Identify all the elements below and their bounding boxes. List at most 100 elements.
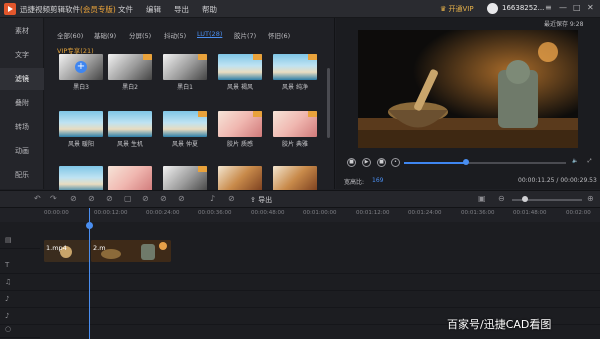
audio-track-icon: ♪ bbox=[5, 295, 10, 303]
rotate-icon[interactable]: ⊘ bbox=[160, 195, 168, 203]
play-button[interactable]: ▶ bbox=[362, 158, 371, 167]
record-icon[interactable]: ⊘ bbox=[228, 195, 236, 203]
maximize-icon[interactable]: □ bbox=[573, 3, 581, 12]
fullscreen-icon[interactable]: ⤢ bbox=[585, 158, 594, 167]
export-button[interactable]: ⇪ 导出 bbox=[250, 195, 272, 205]
menu-icon[interactable]: ≡ bbox=[545, 3, 552, 12]
undo-icon[interactable]: ↶ bbox=[34, 195, 42, 203]
time-ruler[interactable]: 00:00:00 00:00:12:00 00:00:24:00 00:00:3… bbox=[0, 208, 600, 222]
ruler-tick: 00:01:48:00 bbox=[513, 210, 547, 216]
menu-edit[interactable]: 编辑 bbox=[146, 4, 161, 15]
filter-thumbnail[interactable] bbox=[163, 111, 207, 137]
sidebar-item-animation[interactable]: 动画 bbox=[0, 140, 44, 162]
filter-thumbnail-label: 黑白1 bbox=[177, 84, 193, 91]
volume-icon[interactable]: 🔈 bbox=[571, 158, 580, 167]
timecode: 00:00:11.25 / 00:00:29.53 bbox=[518, 177, 597, 184]
close-icon[interactable]: ✕ bbox=[587, 3, 594, 12]
dot-button[interactable]: • bbox=[391, 158, 400, 167]
filter-thumbnail[interactable] bbox=[218, 166, 262, 192]
vip-tag-icon bbox=[198, 54, 207, 60]
tab-shake[interactable]: 抖动(5) bbox=[164, 30, 186, 40]
sidebar-item-overlay[interactable]: 叠附 bbox=[0, 92, 44, 114]
filter-thumbnail-label: 胶片 质感 bbox=[227, 141, 253, 148]
microphone-icon[interactable]: ♪ bbox=[210, 195, 218, 203]
filter-thumbnail[interactable] bbox=[273, 111, 317, 137]
music-track[interactable] bbox=[40, 274, 600, 291]
stop-button[interactable]: ■ bbox=[347, 158, 356, 167]
tab-lut[interactable]: LUT(28) bbox=[197, 30, 222, 38]
title-bar: 迅捷视频剪辑软件(会员专版) 文件 编辑 导出 帮助 ♛ 开通VIP 16638… bbox=[0, 0, 600, 18]
ruler-tick: 00:00:00 bbox=[44, 210, 69, 216]
filter-thumbnail[interactable] bbox=[163, 166, 207, 192]
filter-thumbnail-label: 风景 纯净 bbox=[282, 84, 308, 91]
minimize-icon[interactable]: — bbox=[559, 3, 567, 12]
sidebar-item-transition[interactable]: 转场 bbox=[0, 116, 44, 138]
playhead-handle[interactable] bbox=[86, 222, 93, 229]
menu-help[interactable]: 帮助 bbox=[202, 4, 217, 15]
next-frame-button[interactable]: ■ bbox=[377, 158, 386, 167]
add-filter-icon[interactable]: + bbox=[75, 61, 87, 73]
filter-thumbnail[interactable] bbox=[108, 111, 152, 137]
vip-tag-icon bbox=[308, 54, 317, 60]
filter-thumbnail-label: 胶片 典雅 bbox=[282, 141, 308, 148]
filter-thumbnail-label: 风景 褐风 bbox=[227, 84, 253, 91]
filter-thumbnail[interactable] bbox=[218, 111, 262, 137]
user-id[interactable]: 16638252... bbox=[502, 4, 544, 12]
filter-thumbnail[interactable] bbox=[163, 54, 207, 80]
category-sidebar: 素材 文字 滤镜 叠附 转场 动画 配乐 bbox=[0, 18, 44, 189]
panel-scrollbar[interactable] bbox=[327, 68, 330, 138]
zoom-in-icon[interactable]: ⊕ bbox=[587, 195, 595, 203]
filter-panel: 全部(60) 基础(9) 分屏(5) 抖动(5) LUT(28) 胶片(7) 怀… bbox=[45, 18, 335, 192]
track-header-audio: ♪ bbox=[0, 291, 40, 308]
aspect-ratio-value[interactable]: 169 bbox=[372, 177, 383, 184]
progress-handle[interactable] bbox=[462, 159, 469, 165]
delete-icon[interactable]: ⊘ bbox=[106, 195, 114, 203]
sidebar-item-filter[interactable]: 滤镜 bbox=[0, 68, 44, 90]
fit-icon[interactable]: ▣ bbox=[478, 195, 486, 203]
tab-nostalgia[interactable]: 怀旧(6) bbox=[268, 30, 290, 40]
playback-progress[interactable] bbox=[404, 162, 566, 164]
open-vip-button[interactable]: ♛ 开通VIP bbox=[440, 4, 474, 14]
frame-icon[interactable]: ▢ bbox=[124, 195, 132, 203]
tab-basic[interactable]: 基础(9) bbox=[94, 30, 116, 40]
menu-export[interactable]: 导出 bbox=[174, 4, 189, 15]
filter-thumbnail[interactable] bbox=[273, 54, 317, 80]
menu-file[interactable]: 文件 bbox=[118, 4, 133, 15]
crop-icon[interactable]: ⊘ bbox=[88, 195, 96, 203]
filter-thumbnail-label: 黑白2 bbox=[122, 84, 138, 91]
sidebar-item-music[interactable]: 配乐 bbox=[0, 164, 44, 186]
zoom-out-icon[interactable]: ⊖ bbox=[498, 195, 506, 203]
ruler-tick: 00:00:12:00 bbox=[94, 210, 128, 216]
split-icon[interactable]: ⊘ bbox=[70, 195, 78, 203]
video-frame-image bbox=[358, 30, 578, 148]
aspect-ratio-label: 宽高比: bbox=[344, 179, 365, 186]
sidebar-item-text[interactable]: 文字 bbox=[0, 44, 44, 66]
redo-icon[interactable]: ↷ bbox=[50, 195, 58, 203]
vip-tag-icon bbox=[143, 54, 152, 60]
track-header-music: ♫ bbox=[0, 274, 40, 291]
tab-film[interactable]: 胶片(7) bbox=[234, 30, 256, 40]
clip-1-label: 1.mp4 bbox=[46, 244, 67, 252]
video-preview bbox=[358, 30, 578, 148]
app-name: 迅捷视频剪辑软件 bbox=[20, 5, 80, 14]
vip-tag-icon bbox=[198, 166, 207, 172]
member-badge: (会员专版) bbox=[80, 5, 116, 14]
zoom-handle[interactable] bbox=[522, 196, 528, 202]
ruler-tick: 00:01:12:00 bbox=[356, 210, 390, 216]
music-track-icon: ♫ bbox=[5, 278, 12, 286]
mosaic-icon[interactable]: ⊘ bbox=[178, 195, 186, 203]
filter-thumbnail[interactable] bbox=[59, 166, 103, 192]
tab-split[interactable]: 分屏(5) bbox=[129, 30, 151, 40]
filter-thumbnail[interactable] bbox=[59, 111, 103, 137]
user-avatar[interactable] bbox=[487, 3, 498, 14]
tab-all[interactable]: 全部(60) bbox=[57, 30, 83, 40]
filter-thumbnail[interactable] bbox=[273, 166, 317, 192]
vip-tag-icon bbox=[198, 111, 207, 117]
audio-track-icon: ♪ bbox=[5, 312, 10, 320]
speed-icon[interactable]: ⊘ bbox=[142, 195, 150, 203]
sidebar-item-material[interactable]: 素材 bbox=[0, 20, 44, 42]
filter-thumbnail[interactable] bbox=[108, 54, 152, 80]
audio-track[interactable] bbox=[40, 291, 600, 308]
filter-thumbnail[interactable] bbox=[108, 166, 152, 192]
filter-thumbnail[interactable] bbox=[218, 54, 262, 80]
